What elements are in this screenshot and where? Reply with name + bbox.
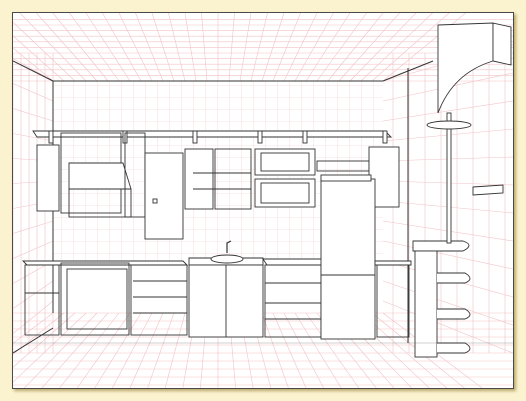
bar-counter	[412, 22, 512, 358]
grid-line	[316, 13, 367, 82]
grid-line	[13, 108, 54, 122]
grid-line	[201, 13, 208, 82]
grid-line	[13, 83, 54, 102]
drawing-canvas	[12, 12, 514, 389]
grid-line	[135, 13, 164, 82]
grid-line	[239, 13, 252, 82]
grid-line	[13, 21, 76, 82]
grid-line	[13, 280, 54, 309]
grid-line	[184, 13, 197, 82]
viewer-frame	[0, 0, 526, 401]
grid-line	[327, 13, 384, 82]
grid-line	[13, 240, 54, 259]
grid-line	[36, 13, 98, 82]
grid-line	[349, 13, 417, 82]
grid-line	[13, 220, 54, 234]
grid-line	[228, 13, 235, 82]
kitchen-drawing-icon	[13, 13, 513, 388]
grid-line	[338, 13, 400, 82]
grid-line	[360, 13, 433, 82]
grid-line	[13, 35, 65, 82]
grid-line	[52, 13, 109, 82]
refrigerator	[320, 174, 376, 340]
grid-line	[371, 13, 450, 82]
grid-line	[69, 13, 120, 82]
grid-line	[272, 13, 301, 82]
